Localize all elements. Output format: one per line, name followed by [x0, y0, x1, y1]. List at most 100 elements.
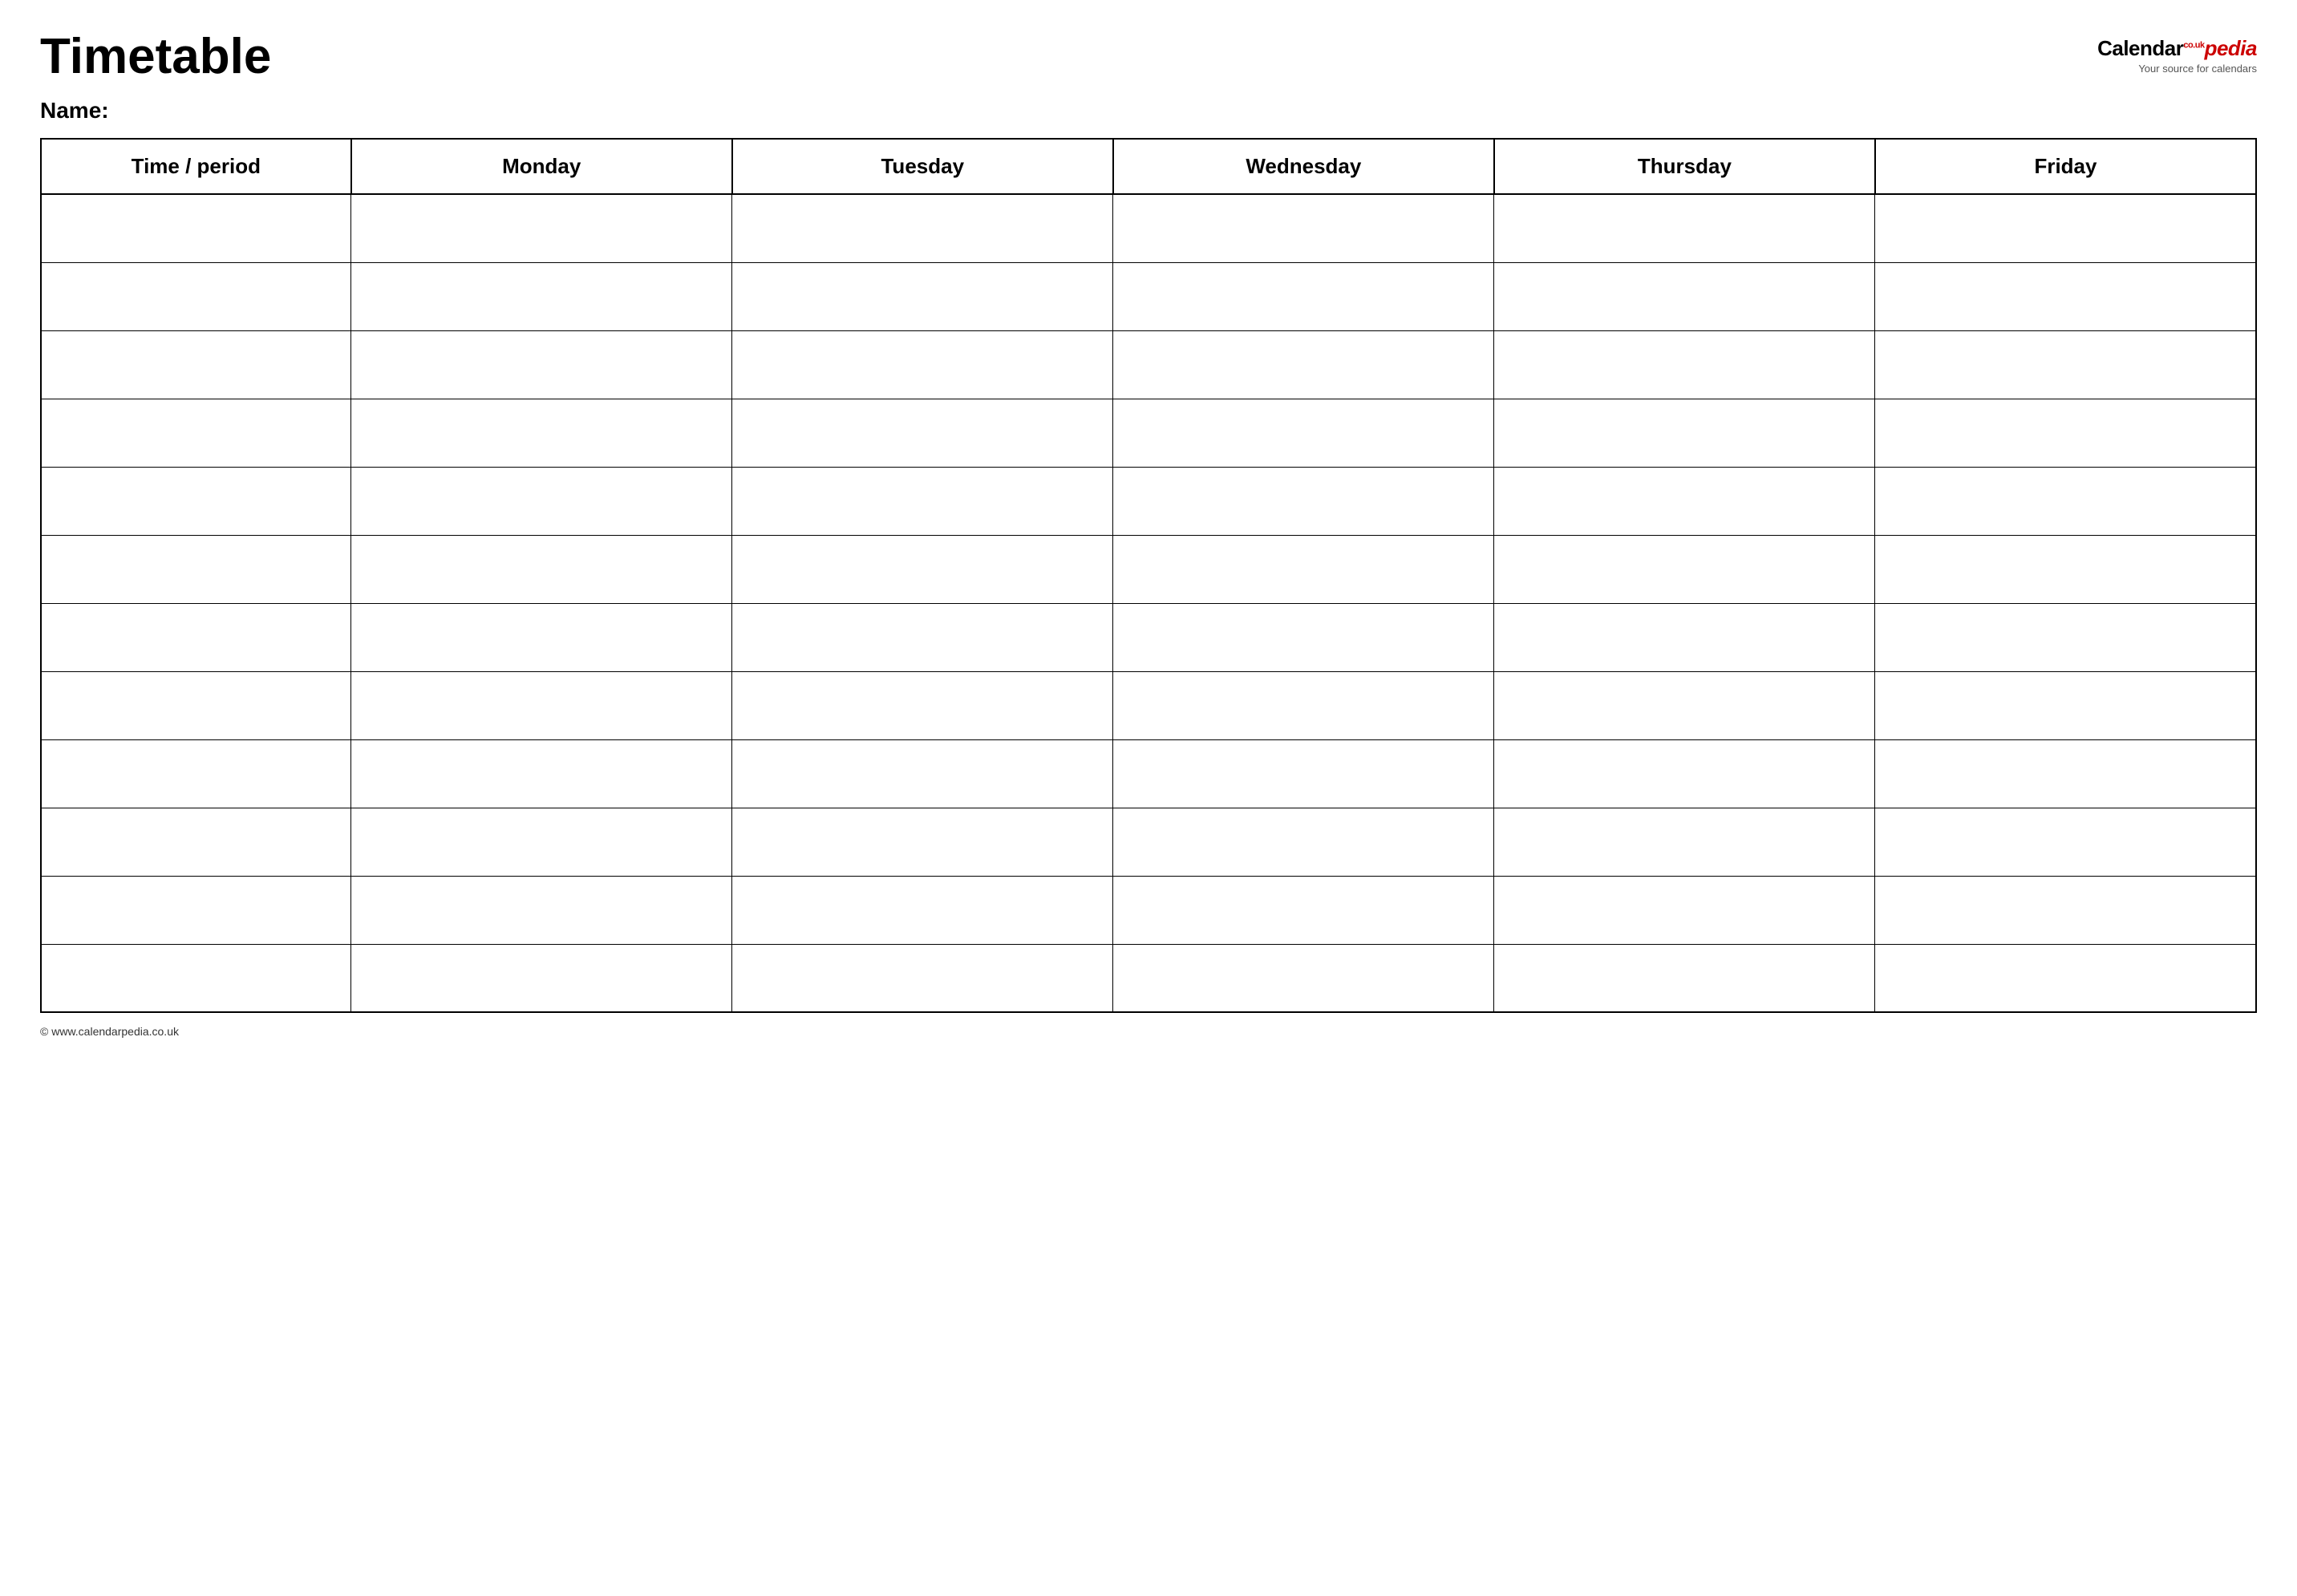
table-cell-row4-col1[interactable] [351, 467, 732, 535]
table-cell-row6-col1[interactable] [351, 603, 732, 671]
table-cell-row3-col3[interactable] [1113, 399, 1494, 467]
table-cell-row5-col5[interactable] [1875, 535, 2256, 603]
table-row [41, 603, 2256, 671]
table-cell-row3-col4[interactable] [1494, 399, 1875, 467]
footer-url: www.calendarpedia.co.uk [51, 1025, 179, 1038]
table-cell-row11-col1[interactable] [351, 944, 732, 1012]
table-cell-row0-col3[interactable] [1113, 194, 1494, 262]
header: Timetable Calendarco.ukpedia Your source… [40, 32, 2257, 82]
table-cell-row5-col4[interactable] [1494, 535, 1875, 603]
table-cell-row10-col1[interactable] [351, 876, 732, 944]
table-cell-row7-col3[interactable] [1113, 671, 1494, 739]
table-cell-row9-col0[interactable] [41, 808, 351, 876]
table-cell-row1-col3[interactable] [1113, 262, 1494, 330]
table-row [41, 262, 2256, 330]
table-cell-row0-col2[interactable] [732, 194, 1113, 262]
table-cell-row2-col3[interactable] [1113, 330, 1494, 399]
table-cell-row0-col0[interactable] [41, 194, 351, 262]
table-cell-row10-col3[interactable] [1113, 876, 1494, 944]
header-wednesday: Wednesday [1113, 139, 1494, 194]
table-cell-row10-col4[interactable] [1494, 876, 1875, 944]
table-row [41, 739, 2256, 808]
table-cell-row6-col3[interactable] [1113, 603, 1494, 671]
table-cell-row10-col0[interactable] [41, 876, 351, 944]
table-cell-row3-col5[interactable] [1875, 399, 2256, 467]
table-row [41, 535, 2256, 603]
table-cell-row1-col2[interactable] [732, 262, 1113, 330]
table-cell-row0-col5[interactable] [1875, 194, 2256, 262]
table-cell-row11-col3[interactable] [1113, 944, 1494, 1012]
table-cell-row10-col2[interactable] [732, 876, 1113, 944]
table-cell-row6-col0[interactable] [41, 603, 351, 671]
table-cell-row9-col2[interactable] [732, 808, 1113, 876]
table-cell-row8-col2[interactable] [732, 739, 1113, 808]
table-row [41, 671, 2256, 739]
table-cell-row1-col4[interactable] [1494, 262, 1875, 330]
table-row [41, 399, 2256, 467]
header-friday: Friday [1875, 139, 2256, 194]
table-cell-row4-col3[interactable] [1113, 467, 1494, 535]
table-cell-row9-col4[interactable] [1494, 808, 1875, 876]
page-wrapper: Timetable Calendarco.ukpedia Your source… [40, 32, 2257, 1038]
table-cell-row9-col3[interactable] [1113, 808, 1494, 876]
footer: © www.calendarpedia.co.uk [40, 1025, 2257, 1038]
table-cell-row11-col5[interactable] [1875, 944, 2256, 1012]
table-cell-row1-col0[interactable] [41, 262, 351, 330]
table-cell-row5-col2[interactable] [732, 535, 1113, 603]
logo-area: Calendarco.ukpedia Your source for calen… [2097, 32, 2257, 75]
table-cell-row5-col3[interactable] [1113, 535, 1494, 603]
table-cell-row2-col4[interactable] [1494, 330, 1875, 399]
table-row [41, 467, 2256, 535]
table-cell-row8-col5[interactable] [1875, 739, 2256, 808]
table-cell-row11-col4[interactable] [1494, 944, 1875, 1012]
table-cell-row8-col0[interactable] [41, 739, 351, 808]
table-row [41, 808, 2256, 876]
table-cell-row0-col4[interactable] [1494, 194, 1875, 262]
table-cell-row6-col2[interactable] [732, 603, 1113, 671]
table-cell-row6-col5[interactable] [1875, 603, 2256, 671]
logo-subtitle: Your source for calendars [2138, 63, 2257, 75]
table-cell-row3-col1[interactable] [351, 399, 732, 467]
table-cell-row9-col1[interactable] [351, 808, 732, 876]
table-cell-row1-col1[interactable] [351, 262, 732, 330]
header-thursday: Thursday [1494, 139, 1875, 194]
table-cell-row1-col5[interactable] [1875, 262, 2256, 330]
table-cell-row4-col0[interactable] [41, 467, 351, 535]
table-cell-row7-col5[interactable] [1875, 671, 2256, 739]
table-cell-row5-col1[interactable] [351, 535, 732, 603]
table-cell-row0-col1[interactable] [351, 194, 732, 262]
logo-text: Calendarco.ukpedia [2097, 36, 2257, 61]
header-monday: Monday [351, 139, 732, 194]
table-row [41, 330, 2256, 399]
table-cell-row7-col1[interactable] [351, 671, 732, 739]
table-cell-row2-col0[interactable] [41, 330, 351, 399]
logo-calendar: Calendar [2097, 36, 2183, 60]
table-cell-row8-col1[interactable] [351, 739, 732, 808]
name-label: Name: [40, 98, 2257, 124]
table-cell-row11-col2[interactable] [732, 944, 1113, 1012]
page-title: Timetable [40, 32, 271, 82]
logo-pedia: pedia [2205, 36, 2257, 60]
table-cell-row11-col0[interactable] [41, 944, 351, 1012]
table-cell-row7-col2[interactable] [732, 671, 1113, 739]
table-cell-row6-col4[interactable] [1494, 603, 1875, 671]
table-cell-row4-col4[interactable] [1494, 467, 1875, 535]
table-cell-row2-col5[interactable] [1875, 330, 2256, 399]
table-cell-row4-col2[interactable] [732, 467, 1113, 535]
table-cell-row3-col2[interactable] [732, 399, 1113, 467]
table-cell-row4-col5[interactable] [1875, 467, 2256, 535]
table-cell-row10-col5[interactable] [1875, 876, 2256, 944]
table-cell-row8-col4[interactable] [1494, 739, 1875, 808]
table-cell-row7-col4[interactable] [1494, 671, 1875, 739]
table-row [41, 944, 2256, 1012]
table-row [41, 876, 2256, 944]
table-cell-row8-col3[interactable] [1113, 739, 1494, 808]
timetable: Time / period Monday Tuesday Wednesday T… [40, 138, 2257, 1013]
table-cell-row2-col2[interactable] [732, 330, 1113, 399]
table-cell-row9-col5[interactable] [1875, 808, 2256, 876]
table-cell-row7-col0[interactable] [41, 671, 351, 739]
table-cell-row2-col1[interactable] [351, 330, 732, 399]
table-cell-row3-col0[interactable] [41, 399, 351, 467]
header-tuesday: Tuesday [732, 139, 1113, 194]
table-cell-row5-col0[interactable] [41, 535, 351, 603]
